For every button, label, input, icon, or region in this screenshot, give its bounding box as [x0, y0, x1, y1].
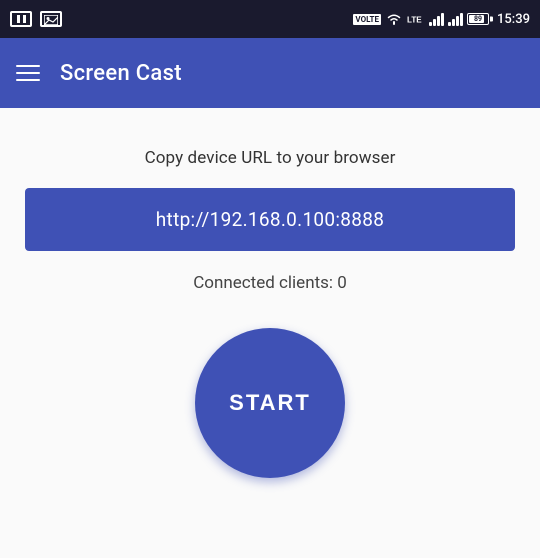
hamburger-line: [16, 72, 40, 74]
signal-bar: [456, 16, 459, 26]
image-icon: [40, 11, 62, 27]
svg-text:LTE: LTE: [407, 16, 422, 25]
status-bar: VOLTE LTE 89 15:39: [0, 0, 540, 38]
pause-bar-right: [23, 15, 26, 23]
signal-bars-2: [448, 12, 463, 26]
signal-bar: [441, 13, 444, 26]
connected-clients-text: Connected clients: 0: [193, 273, 347, 293]
signal-bar: [433, 19, 436, 26]
app-bar: Screen Cast: [0, 38, 540, 108]
hamburger-line: [16, 65, 40, 67]
battery-icon: 89: [467, 13, 489, 25]
instruction-text: Copy device URL to your browser: [145, 148, 396, 168]
signal-bar: [448, 22, 451, 26]
wifi-icon: [385, 12, 403, 26]
pause-bar-left: [17, 15, 20, 23]
hamburger-line: [16, 79, 40, 81]
status-bar-right: VOLTE LTE 89 15:39: [353, 12, 530, 27]
signal-bar: [437, 16, 440, 26]
main-content: Copy device URL to your browser http://1…: [0, 108, 540, 558]
url-box[interactable]: http://192.168.0.100:8888: [25, 188, 515, 251]
signal-bar: [460, 13, 463, 26]
signal-bar: [452, 19, 455, 26]
volte-badge: VOLTE: [353, 14, 381, 25]
menu-button[interactable]: [16, 65, 40, 81]
start-label: START: [229, 390, 311, 416]
pause-icon: [10, 11, 32, 27]
signal-bar: [429, 22, 432, 26]
signal-bars-1: [429, 12, 444, 26]
app-title: Screen Cast: [60, 61, 182, 86]
lte-icon: LTE: [407, 12, 425, 26]
status-bar-left: [10, 11, 62, 27]
status-time: 15:39: [497, 12, 530, 27]
start-button[interactable]: START: [195, 328, 345, 478]
device-url: http://192.168.0.100:8888: [156, 208, 384, 231]
battery-level: 89: [474, 15, 482, 23]
